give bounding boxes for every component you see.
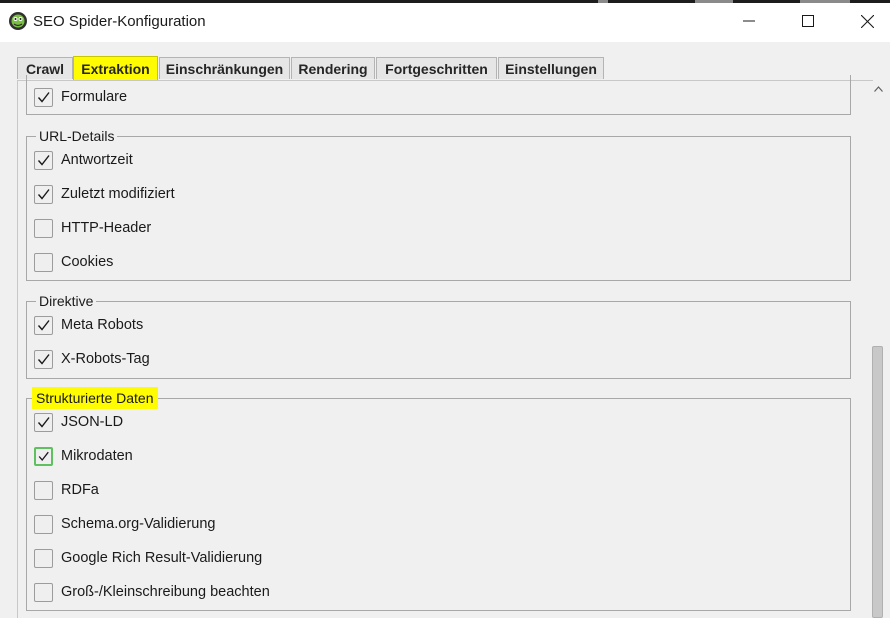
formulare-checkbox[interactable] [34, 87, 53, 107]
checkbox-label: Antwortzeit [61, 152, 133, 168]
checkmark-icon [37, 188, 50, 200]
checkbox-row-zuletzt-modifiziert[interactable]: Zuletzt modifiziert [34, 182, 175, 206]
checkmark-icon [37, 416, 50, 428]
checkbox-label: HTTP-Header [61, 220, 152, 236]
checkbox-label: JSON-LD [61, 414, 124, 430]
checkmark-icon [37, 319, 50, 331]
close-button[interactable] [844, 6, 890, 36]
title-bar: SEO Spider-Konfiguration [0, 0, 890, 42]
group-direktive: Direktive Meta Robots X-Robots-Tag [26, 292, 851, 379]
extraction-settings-panel: Formulare URL-Details Antwortzeit Zuletz… [17, 75, 871, 618]
checkmark-icon [38, 451, 49, 461]
zuletzt-modifiziert-checkbox[interactable] [34, 184, 53, 204]
checkbox-label: RDFa [61, 482, 99, 498]
group-title-highlighted: Strukturierte Daten [32, 387, 158, 409]
checkmark-icon [37, 353, 50, 365]
scroll-up-button[interactable] [871, 81, 885, 97]
scrollbar-thumb[interactable] [872, 346, 883, 618]
antwortzeit-checkbox[interactable] [34, 150, 53, 170]
maximize-icon [802, 15, 814, 27]
minimize-button[interactable] [726, 6, 772, 36]
checkbox-label: Google Rich Result-Validierung [61, 550, 263, 566]
group-title: Direktive [36, 292, 97, 310]
rdfa-checkbox[interactable] [34, 480, 53, 500]
checkbox-row-mikrodaten[interactable]: Mikrodaten [34, 444, 133, 468]
group-page-details: Formulare [26, 75, 851, 115]
window-title: SEO Spider-Konfiguration [33, 13, 206, 30]
json-ld-checkbox[interactable] [34, 412, 53, 432]
google-rich-result-validierung-checkbox[interactable] [34, 548, 53, 568]
checkbox-row-json-ld[interactable]: JSON-LD [34, 410, 123, 434]
checkbox-row-meta-robots[interactable]: Meta Robots [34, 313, 143, 337]
gross-kleinschreibung-checkbox[interactable] [34, 582, 53, 602]
mikrodaten-checkbox[interactable] [34, 446, 53, 466]
checkbox-row-rdfa[interactable]: RDFa [34, 478, 99, 502]
minimize-icon [743, 20, 755, 22]
checkbox-row-cookies[interactable]: Cookies [34, 250, 113, 274]
checkbox-row-formulare[interactable]: Formulare [34, 85, 127, 109]
checkbox-label: Formulare [61, 89, 128, 105]
checkmark-icon [37, 154, 50, 166]
chevron-up-icon [873, 86, 883, 92]
checkbox-label: Groß-/Kleinschreibung beachten [61, 584, 270, 600]
checkbox-label: Meta Robots [61, 317, 144, 333]
http-header-checkbox[interactable] [34, 218, 53, 238]
checkbox-label: Mikrodaten [61, 448, 133, 464]
checkbox-row-x-robots-tag[interactable]: X-Robots-Tag [34, 347, 150, 371]
maximize-button[interactable] [785, 6, 831, 36]
meta-robots-checkbox[interactable] [34, 315, 53, 335]
schema-org-validierung-checkbox[interactable] [34, 514, 53, 534]
checkbox-row-schema-org-validierung[interactable]: Schema.org-Validierung [34, 512, 215, 536]
vertical-scrollbar[interactable] [871, 81, 885, 618]
close-icon [860, 14, 874, 28]
window-top-edge [0, 0, 890, 3]
checkbox-row-http-header[interactable]: HTTP-Header [34, 216, 151, 240]
group-title: URL-Details [36, 127, 118, 145]
x-robots-tag-checkbox[interactable] [34, 349, 53, 369]
checkbox-label: Cookies [61, 254, 114, 270]
group-strukturierte-daten: Strukturierte Daten JSON-LD Mikrodaten R… [26, 387, 851, 611]
checkbox-row-google-rich-result[interactable]: Google Rich Result-Validierung [34, 546, 262, 570]
checkmark-icon [37, 91, 50, 103]
spider-frog-icon [9, 12, 27, 30]
group-url-details: URL-Details Antwortzeit Zuletzt modifizi… [26, 127, 851, 281]
checkbox-label: Schema.org-Validierung [61, 516, 216, 532]
checkbox-row-antwortzeit[interactable]: Antwortzeit [34, 148, 133, 172]
checkbox-label: Zuletzt modifiziert [61, 186, 175, 202]
checkbox-row-case-sensitive[interactable]: Groß-/Kleinschreibung beachten [34, 580, 270, 604]
checkbox-label: X-Robots-Tag [61, 351, 150, 367]
cookies-checkbox[interactable] [34, 252, 53, 272]
